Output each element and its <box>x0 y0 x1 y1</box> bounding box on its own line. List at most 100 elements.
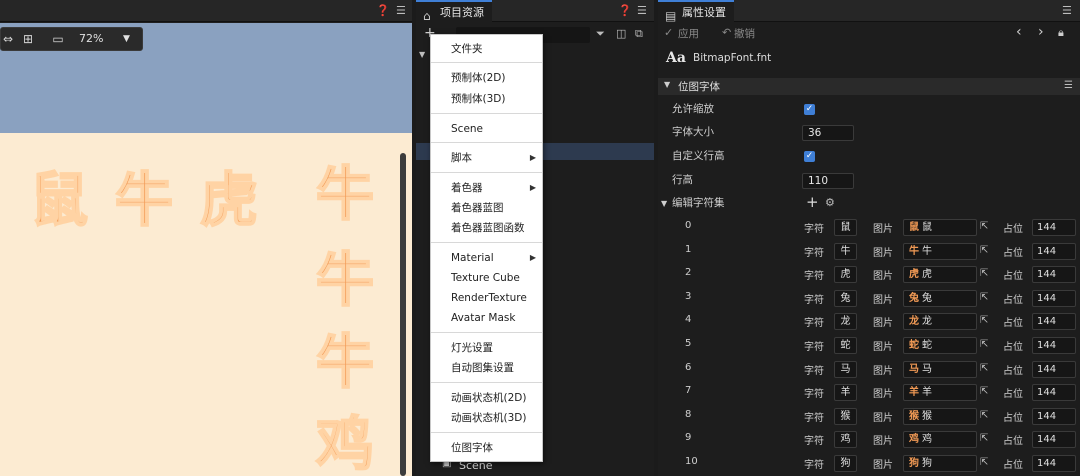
tab-properties[interactable]: ▤ 属性设置 <box>658 0 734 23</box>
menu-item-script[interactable]: 脚本 ▶ <box>431 148 542 168</box>
menu-item-prefab-3d[interactable]: 预制体(3D) <box>431 89 542 109</box>
scene-scrollbar[interactable] <box>400 153 406 476</box>
char-input[interactable]: 马 <box>834 360 857 378</box>
back-icon[interactable]: ‹ <box>1016 24 1022 40</box>
char-input[interactable]: 狗 <box>834 455 857 472</box>
screen-icon[interactable]: ▭ <box>51 32 65 46</box>
width-input[interactable]: 144 <box>1032 289 1076 307</box>
width-input[interactable]: 144 <box>1032 313 1076 331</box>
lock-icon[interactable]: 🔒︎ <box>1058 26 1064 40</box>
expand-arrow-icon[interactable]: ▼ <box>419 50 425 59</box>
char-input[interactable]: 鼠 <box>834 219 857 236</box>
locate-icon[interactable]: ⇱ <box>980 221 988 232</box>
image-field[interactable]: 马马 <box>903 360 977 378</box>
width-input[interactable]: 144 <box>1032 242 1076 260</box>
filter-icon[interactable]: ⏷ <box>596 27 605 41</box>
collapse-icon[interactable]: ⧉ <box>635 27 643 41</box>
menu-item-render-texture[interactable]: RenderTexture <box>431 288 542 308</box>
font-size-input[interactable]: 36 <box>802 125 854 141</box>
char-label: 字符 <box>804 224 824 235</box>
image-field[interactable]: 狗狗 <box>903 455 977 472</box>
settings-icon[interactable]: ⚙ <box>825 196 835 209</box>
image-field[interactable]: 羊羊 <box>903 384 977 402</box>
panel-menu-icon[interactable]: ☰ <box>396 4 406 17</box>
menu-item-bitmap-font[interactable]: 位图字体 <box>431 438 542 458</box>
menu-item-auto-atlas-settings[interactable]: 自动图集设置 <box>431 358 542 378</box>
menu-item-folder[interactable]: 文件夹 <box>431 39 542 59</box>
menu-item-prefab-2d[interactable]: 预制体(2D) <box>431 68 542 88</box>
menu-item-shader-blueprint-function[interactable]: 着色器蓝图函数 <box>431 218 542 238</box>
help-icon[interactable]: ❓ <box>618 4 632 17</box>
collapse-arrow-icon[interactable]: ▼ <box>661 199 667 208</box>
image-label: 图片 <box>873 247 893 259</box>
apply-button[interactable]: 应用 <box>678 26 699 41</box>
forward-icon[interactable]: › <box>1038 24 1044 40</box>
menu-item-light-settings[interactable]: 灯光设置 <box>431 338 542 358</box>
width-input[interactable]: 144 <box>1032 360 1076 378</box>
image-field[interactable]: 兔兔 <box>903 289 977 307</box>
menu-item-animator-3d[interactable]: 动画状态机(3D) <box>431 408 542 428</box>
menu-separator <box>431 332 542 333</box>
scene-viewport[interactable]: ⇔ ⊞ ▭ 72% ▼ 鼠牛虎 牛牛牛鸡 <box>0 23 412 476</box>
width-input[interactable]: 144 <box>1032 455 1076 472</box>
char-input[interactable]: 猴 <box>834 407 857 425</box>
menu-item-shader[interactable]: 着色器 ▶ <box>431 178 542 198</box>
section-menu-icon[interactable]: ☰ <box>1064 80 1073 91</box>
menu-item-texture-cube[interactable]: Texture Cube <box>431 268 542 288</box>
line-height-input[interactable]: 110 <box>802 173 854 189</box>
zoom-select[interactable]: 72% ▼ <box>79 30 137 48</box>
width-input[interactable]: 144 <box>1032 407 1076 425</box>
locate-icon[interactable]: ⇱ <box>980 339 988 350</box>
add-char-icon[interactable]: + <box>806 193 819 211</box>
menu-item-scene[interactable]: Scene <box>431 119 542 139</box>
locate-icon[interactable]: ⇱ <box>980 245 988 256</box>
char-row: 9 字符鸡图片鸡鸡 ⇱ 占位 144 <box>658 430 1080 450</box>
view-mode-icon[interactable]: ◫ <box>616 27 626 40</box>
locate-icon[interactable]: ⇱ <box>980 433 988 444</box>
menu-item-material[interactable]: Material ▶ <box>431 248 542 268</box>
char-input[interactable]: 牛 <box>834 242 857 260</box>
revert-button[interactable]: 撤销 <box>734 26 755 41</box>
image-label: 图片 <box>873 460 893 471</box>
fit-width-icon[interactable]: ⇔ <box>1 32 15 46</box>
panel-menu-icon[interactable]: ☰ <box>1062 4 1072 17</box>
char-input[interactable]: 虎 <box>834 266 857 284</box>
locate-icon[interactable]: ⇱ <box>980 457 988 468</box>
width-input[interactable]: 144 <box>1032 337 1076 354</box>
menu-item-animator-2d[interactable]: 动画状态机(2D) <box>431 388 542 408</box>
image-field[interactable]: 龙龙 <box>903 313 977 331</box>
menu-separator <box>431 172 542 173</box>
char-input[interactable]: 龙 <box>834 313 857 331</box>
help-icon[interactable]: ❓ <box>376 4 390 17</box>
locate-icon[interactable]: ⇱ <box>980 363 988 374</box>
width-input[interactable]: 144 <box>1032 266 1076 284</box>
tab-project-assets[interactable]: ⌂ 项目资源 <box>416 0 492 23</box>
image-field[interactable]: 猴猴 <box>903 407 977 425</box>
section-header-bitmap-font[interactable]: ▼ 位图字体 ☰ <box>658 78 1080 95</box>
locate-icon[interactable]: ⇱ <box>980 386 988 397</box>
menu-item-shader-blueprint[interactable]: 着色器蓝图 <box>431 198 542 218</box>
width-input[interactable]: 144 <box>1032 384 1076 402</box>
char-input[interactable]: 鸡 <box>834 431 857 449</box>
panel-menu-icon[interactable]: ☰ <box>637 4 647 17</box>
char-input[interactable]: 兔 <box>834 289 857 307</box>
menu-item-avatar-mask[interactable]: Avatar Mask <box>431 308 542 328</box>
locate-icon[interactable]: ⇱ <box>980 292 988 303</box>
image-field[interactable]: 牛牛 <box>903 242 977 260</box>
locate-icon[interactable]: ⇱ <box>980 410 988 421</box>
locate-icon[interactable]: ⇱ <box>980 268 988 279</box>
image-field[interactable]: 蛇蛇 <box>903 337 977 354</box>
char-input[interactable]: 羊 <box>834 384 857 402</box>
allow-scale-checkbox[interactable]: ✓ <box>804 104 815 115</box>
custom-line-height-checkbox[interactable]: ✓ <box>804 151 815 162</box>
grid-icon[interactable]: ⊞ <box>21 32 35 46</box>
char-index: 3 <box>685 290 692 302</box>
image-name: 狗 <box>922 458 932 469</box>
char-input[interactable]: 蛇 <box>834 337 857 354</box>
image-field[interactable]: 虎虎 <box>903 266 977 284</box>
image-field[interactable]: 鸡鸡 <box>903 431 977 449</box>
locate-icon[interactable]: ⇱ <box>980 315 988 326</box>
width-input[interactable]: 144 <box>1032 219 1076 236</box>
width-input[interactable]: 144 <box>1032 431 1076 449</box>
image-field[interactable]: 鼠鼠 <box>903 219 977 236</box>
